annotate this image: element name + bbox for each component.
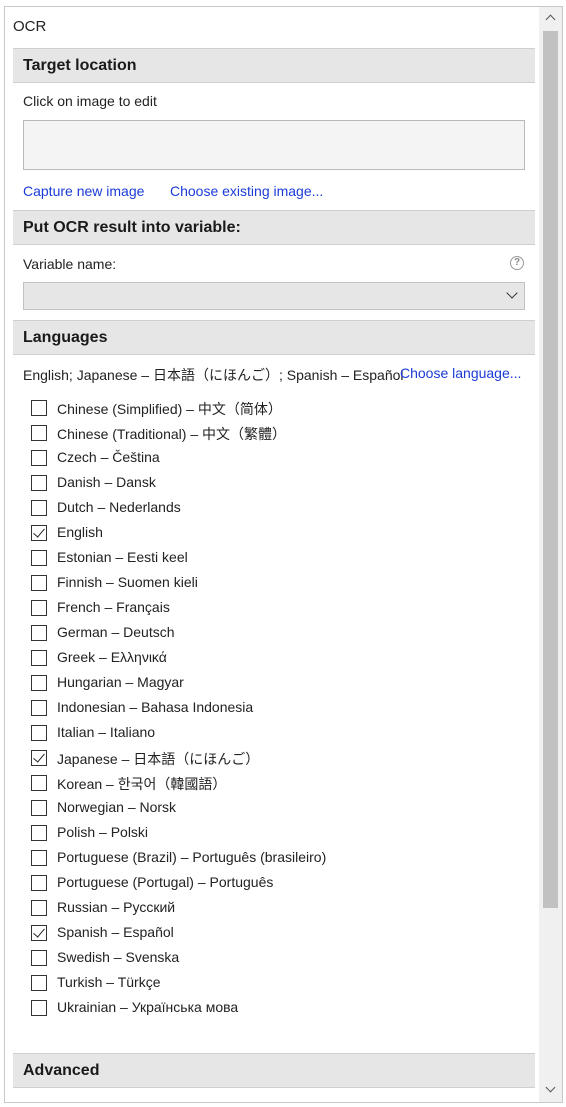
panel-title: OCR <box>13 18 47 35</box>
checkbox[interactable] <box>31 500 47 516</box>
scroll-up-button[interactable] <box>539 7 562 29</box>
language-label: Korean – 한국어（韓國語） <box>57 776 227 792</box>
target-location-header[interactable]: Target location <box>13 48 535 83</box>
language-option[interactable]: Japanese – 日本語（にほんご） <box>31 747 451 772</box>
help-icon[interactable]: ? <box>510 256 524 270</box>
advanced-header[interactable]: Advanced <box>13 1053 535 1088</box>
chevron-down-icon <box>506 287 518 299</box>
checkbox[interactable] <box>31 1000 47 1016</box>
ocr-panel: OCR Target location Click on image to ed… <box>4 6 563 1103</box>
variable-name-label: Variable name: <box>23 256 117 272</box>
language-label: Hungarian – Magyar <box>57 674 184 690</box>
language-option[interactable]: Finnish – Suomen kieli <box>31 572 451 597</box>
language-label: English <box>57 524 103 540</box>
checkbox-checked[interactable] <box>31 750 47 766</box>
language-label: German – Deutsch <box>57 624 175 640</box>
language-option[interactable]: Hungarian – Magyar <box>31 672 451 697</box>
language-option[interactable]: German – Deutsch <box>31 622 451 647</box>
chevron-up-icon <box>545 14 556 25</box>
checkbox[interactable] <box>31 725 47 741</box>
checkbox[interactable] <box>31 550 47 566</box>
choose-existing-image-link[interactable]: Choose existing image... <box>170 183 323 199</box>
language-option[interactable]: Ukrainian – Українська мова <box>31 997 451 1022</box>
language-option[interactable]: Swedish – Svenska <box>31 947 451 972</box>
language-label: Swedish – Svenska <box>57 949 180 965</box>
language-option[interactable]: Chinese (Traditional) – 中文（繁體） <box>31 422 451 447</box>
checkbox[interactable] <box>31 650 47 666</box>
language-label: Dutch – Nederlands <box>57 499 181 515</box>
checkbox[interactable] <box>31 675 47 691</box>
language-label: Finnish – Suomen kieli <box>57 574 198 590</box>
edit-image-hint: Click on image to edit <box>23 93 157 109</box>
language-option[interactable]: Indonesian – Bahasa Indonesia <box>31 697 451 722</box>
language-option[interactable]: Chinese (Simplified) – 中文（简体） <box>31 397 451 422</box>
language-option[interactable]: Spanish – Español <box>31 922 451 947</box>
capture-new-image-link[interactable]: Capture new image <box>23 183 144 199</box>
language-option[interactable]: Italian – Italiano <box>31 722 451 747</box>
language-label: Norwegian – Norsk <box>57 799 177 815</box>
language-option[interactable]: Dutch – Nederlands <box>31 497 451 522</box>
languages-header[interactable]: Languages <box>13 320 535 355</box>
checkbox[interactable] <box>31 875 47 891</box>
language-option[interactable]: Korean – 한국어（韓國語） <box>31 772 451 797</box>
checkbox[interactable] <box>31 975 47 991</box>
scroll-down-button[interactable] <box>539 1080 562 1102</box>
language-option[interactable]: Danish – Dansk <box>31 472 451 497</box>
language-label: Italian – Italiano <box>57 724 156 740</box>
language-option[interactable]: English <box>31 522 451 547</box>
checkbox[interactable] <box>31 775 47 791</box>
language-label: Japanese – 日本語（にほんご） <box>57 751 260 767</box>
language-option[interactable]: Norwegian – Norsk <box>31 797 451 822</box>
scrollbar-thumb[interactable] <box>543 31 558 908</box>
language-label: Polish – Polski <box>57 824 149 840</box>
checkbox[interactable] <box>31 850 47 866</box>
language-label: Portuguese (Portugal) – Português <box>57 874 274 890</box>
language-option[interactable]: French – Français <box>31 597 451 622</box>
language-option[interactable]: Czech – Čeština <box>31 447 451 472</box>
chevron-down-icon <box>545 1082 556 1093</box>
language-option[interactable]: Greek – Ελληνικά <box>31 647 451 672</box>
target-image-area[interactable] <box>23 120 525 170</box>
language-label: French – Français <box>57 599 170 615</box>
checkbox[interactable] <box>31 800 47 816</box>
language-list: Chinese (Simplified) – 中文（简体） Chinese (Tr… <box>31 397 451 1022</box>
checkbox[interactable] <box>31 475 47 491</box>
language-label: Spanish – Español <box>57 924 174 940</box>
language-option[interactable]: Polish – Polski <box>31 822 451 847</box>
language-option[interactable]: Turkish – Türkçe <box>31 972 451 997</box>
language-option[interactable]: Portuguese (Portugal) – Português <box>31 872 451 897</box>
selected-languages-summary: English; Japanese – 日本語（にほんご）; Spanish –… <box>23 367 404 383</box>
language-label: Greek – Ελληνικά <box>57 649 167 665</box>
language-label: Turkish – Türkçe <box>57 974 161 990</box>
checkbox[interactable] <box>31 625 47 641</box>
language-label: Indonesian – Bahasa Indonesia <box>57 699 254 715</box>
choose-language-link[interactable]: Choose language... <box>400 365 521 381</box>
checkbox[interactable] <box>31 425 47 441</box>
language-label: Danish – Dansk <box>57 474 156 490</box>
checkbox[interactable] <box>31 600 47 616</box>
checkbox[interactable] <box>31 450 47 466</box>
checkbox[interactable] <box>31 825 47 841</box>
checkbox[interactable] <box>31 575 47 591</box>
language-label: Portuguese (Brazil) – Português (brasile… <box>57 849 327 865</box>
language-label: Chinese (Simplified) – 中文（简体） <box>57 401 282 417</box>
language-label: Chinese (Traditional) – 中文（繁體） <box>57 426 286 442</box>
checkbox[interactable] <box>31 900 47 916</box>
language-label: Estonian – Eesti keel <box>57 549 188 565</box>
vertical-scrollbar[interactable] <box>539 7 562 1102</box>
language-label: Ukrainian – Українська мова <box>57 999 239 1015</box>
checkbox[interactable] <box>31 950 47 966</box>
variable-name-select[interactable] <box>23 282 525 310</box>
variable-header[interactable]: Put OCR result into variable: <box>13 210 535 245</box>
language-option[interactable]: Russian – Русский <box>31 897 451 922</box>
language-option[interactable]: Portuguese (Brazil) – Português (brasile… <box>31 847 451 872</box>
language-option[interactable]: Estonian – Eesti keel <box>31 547 451 572</box>
checkbox[interactable] <box>31 700 47 716</box>
checkbox-checked[interactable] <box>31 525 47 541</box>
checkbox[interactable] <box>31 400 47 416</box>
language-label: Czech – Čeština <box>57 449 160 465</box>
language-label: Russian – Русский <box>57 899 176 915</box>
checkbox-checked[interactable] <box>31 925 47 941</box>
